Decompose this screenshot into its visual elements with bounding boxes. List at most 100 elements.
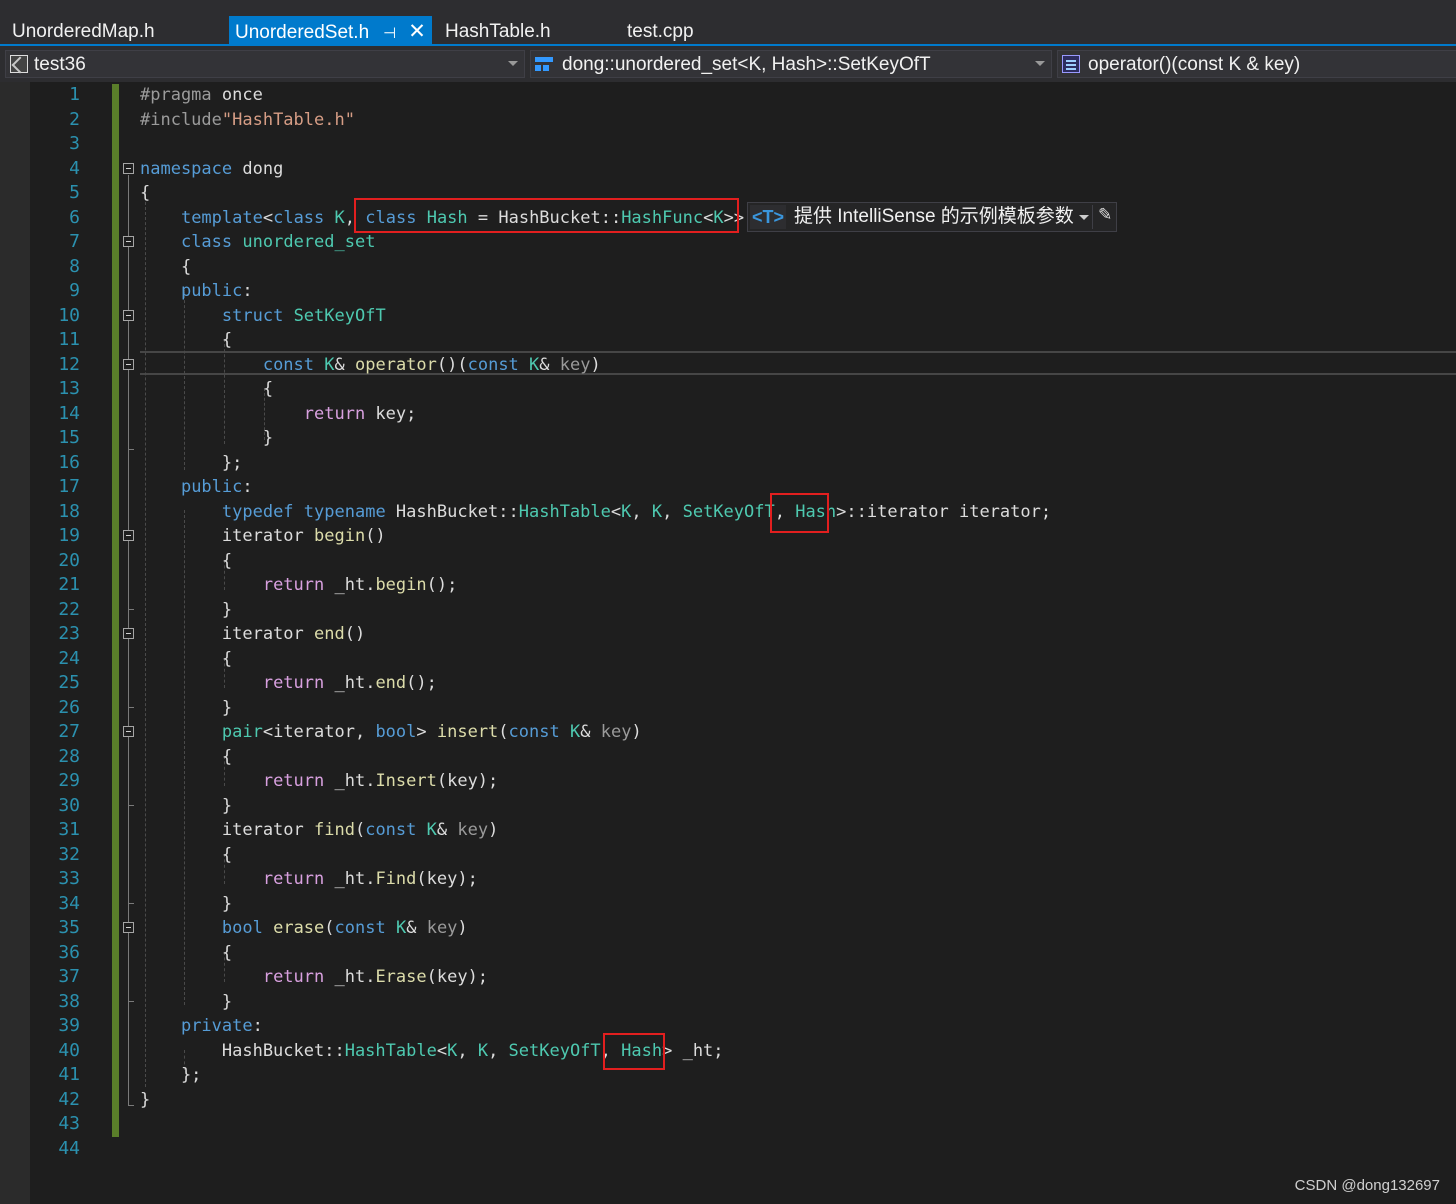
collapse-icon[interactable]: [123, 236, 134, 247]
code-line[interactable]: return _ht.begin();: [140, 573, 458, 598]
struct-icon: [535, 55, 553, 73]
code-line[interactable]: };: [140, 1063, 201, 1088]
code-line[interactable]: return _ht.Find(key);: [140, 867, 478, 892]
code-editor[interactable]: 1 2 3 4 5 6 7 8 9 10 11 12 13 14 15 16 1…: [0, 82, 1456, 1204]
code-line[interactable]: #pragma once: [140, 83, 263, 108]
line-number: 39: [58, 1015, 80, 1036]
code-line[interactable]: pair<iterator, bool> insert(const K& key…: [140, 720, 642, 745]
line-number: 24: [58, 647, 80, 669]
scope-label: dong::unordered_set<K, Hash>::SetKeyOfT: [562, 54, 931, 75]
code-line[interactable]: iterator end(): [140, 622, 365, 647]
code-line[interactable]: public:: [140, 279, 253, 304]
code-line[interactable]: }: [140, 892, 232, 917]
line-number: 13: [58, 378, 80, 399]
code-line[interactable]: bool erase(const K& key): [140, 916, 468, 941]
line-number: 3: [69, 133, 80, 154]
collapse-icon[interactable]: [123, 163, 134, 174]
code-line[interactable]: typedef typename HashBucket::HashTable<K…: [140, 500, 1051, 525]
highlight-box-hash-member: [603, 1033, 665, 1070]
code-line[interactable]: private:: [140, 1014, 263, 1039]
code-line[interactable]: const K& operator()(const K& key): [140, 353, 601, 378]
code-line[interactable]: namespace dong: [140, 157, 283, 182]
chevron-down-icon[interactable]: [1079, 215, 1089, 220]
pencil-icon[interactable]: ✎: [1098, 205, 1112, 225]
line-number: 27: [58, 721, 80, 742]
line-number: 17: [58, 476, 80, 497]
line-number: 14: [58, 402, 80, 424]
code-line[interactable]: {: [140, 941, 232, 966]
intellisense-template-bar[interactable]: <T> 提供 IntelliSense 的示例模板参数 ✎: [747, 202, 1117, 232]
code-line[interactable]: public:: [140, 475, 253, 500]
code-line[interactable]: return _ht.end();: [140, 671, 437, 696]
line-number: 5: [69, 182, 80, 203]
collapse-icon[interactable]: [123, 310, 134, 321]
code-line[interactable]: {: [140, 647, 232, 672]
code-line[interactable]: {: [140, 549, 232, 574]
watermark: CSDN @dong132697: [1294, 1177, 1440, 1194]
member-label: operator()(const K & key): [1088, 54, 1301, 75]
project-label: test36: [34, 54, 86, 75]
code-line[interactable]: {: [140, 181, 150, 206]
line-number: 36: [58, 941, 80, 963]
code-line[interactable]: }: [140, 1088, 150, 1113]
line-number: 34: [58, 892, 80, 914]
code-line[interactable]: return _ht.Erase(key);: [140, 965, 488, 990]
code-line[interactable]: #include"HashTable.h": [140, 108, 355, 133]
line-number: 10: [58, 304, 80, 326]
collapse-icon[interactable]: [123, 922, 134, 933]
code-line[interactable]: {: [140, 843, 232, 868]
project-icon: [10, 55, 28, 73]
code-line[interactable]: }: [140, 696, 232, 721]
outline-end: [128, 1105, 134, 1106]
code-line[interactable]: iterator begin(): [140, 524, 386, 549]
scope-dropdown[interactable]: dong::unordered_set<K, Hash>::SetKeyOfT: [530, 50, 1052, 78]
code-line[interactable]: };: [140, 451, 242, 476]
code-line[interactable]: {: [140, 255, 191, 280]
code-line[interactable]: return key;: [140, 402, 417, 427]
code-line[interactable]: return _ht.Insert(key);: [140, 769, 498, 794]
collapse-icon[interactable]: [123, 628, 134, 639]
outline-end: [128, 903, 134, 904]
line-number: 30: [58, 794, 80, 816]
line-number: 32: [58, 843, 80, 865]
tab-unorderedmap-h[interactable]: UnorderedMap.h: [12, 16, 155, 46]
change-tracking-bar: [112, 84, 119, 1137]
collapse-icon[interactable]: [123, 530, 134, 541]
line-number: 6: [69, 206, 80, 228]
line-number: 41: [58, 1064, 80, 1085]
highlight-box-hash-typedef: [770, 493, 829, 533]
line-number: 38: [58, 990, 80, 1012]
line-number: 2: [69, 108, 80, 130]
line-number: 28: [58, 745, 80, 767]
code-line[interactable]: }: [140, 426, 273, 451]
template-parameter-icon: <T>: [750, 205, 786, 229]
code-line[interactable]: {: [140, 328, 232, 353]
code-line[interactable]: {: [140, 377, 273, 402]
member-dropdown[interactable]: operator()(const K & key): [1057, 50, 1456, 78]
line-number: 26: [58, 696, 80, 718]
code-line[interactable]: iterator find(const K& key): [140, 818, 498, 843]
line-number: 18: [58, 500, 80, 522]
line-number: 15: [58, 427, 80, 448]
tab-unorderedset-h[interactable]: UnorderedSet.h ⊣ ✕: [229, 16, 432, 46]
line-number: 12: [58, 353, 80, 375]
line-number: 35: [58, 917, 80, 938]
outline-end: [128, 1001, 134, 1002]
code-line[interactable]: }: [140, 990, 232, 1015]
line-number: 40: [58, 1039, 80, 1061]
tab-test-cpp[interactable]: test.cpp: [627, 16, 694, 46]
code-line[interactable]: }: [140, 794, 232, 819]
code-line[interactable]: {: [140, 745, 232, 770]
document-tab-strip: UnorderedMap.h UnorderedSet.h ⊣ ✕ HashTabl…: [0, 0, 1456, 46]
chevron-down-icon: [1035, 61, 1045, 66]
collapse-icon[interactable]: [123, 359, 134, 370]
code-line[interactable]: }: [140, 598, 232, 623]
code-line[interactable]: struct SetKeyOfT: [140, 304, 386, 329]
tab-hashtable-h[interactable]: HashTable.h: [445, 16, 551, 46]
project-dropdown[interactable]: test36: [5, 50, 525, 78]
code-line[interactable]: class unordered_set: [140, 230, 376, 255]
separator: [1092, 205, 1093, 229]
line-number: 33: [58, 868, 80, 889]
navigation-bar: test36 dong::unordered_set<K, Hash>::Set…: [0, 46, 1456, 82]
collapse-icon[interactable]: [123, 726, 134, 737]
